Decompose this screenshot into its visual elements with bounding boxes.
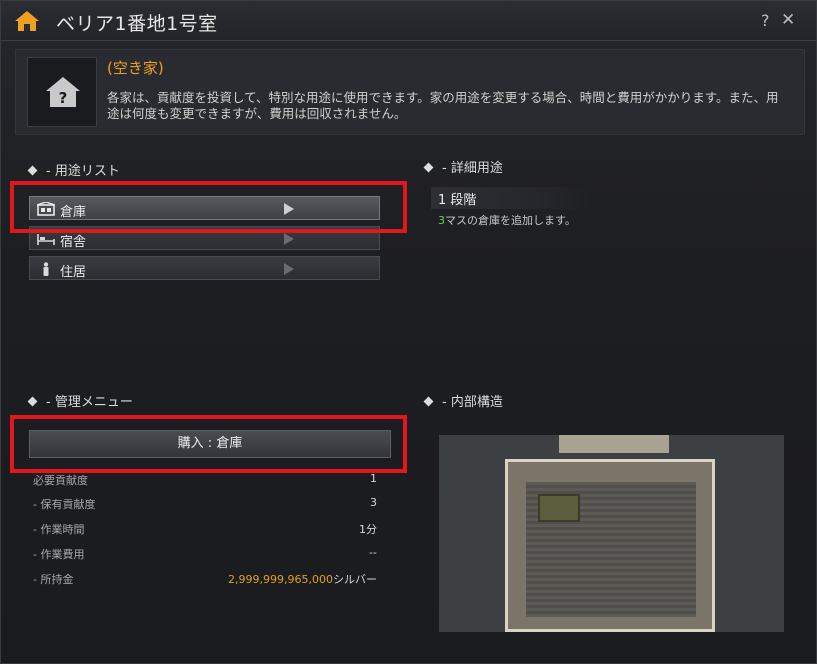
person-icon (37, 261, 55, 276)
house-thumbnail: ? (27, 57, 97, 127)
help-button[interactable]: ? (761, 11, 770, 30)
close-button[interactable]: ✕ (781, 10, 795, 30)
owned-contribution-value: 3 (370, 496, 377, 509)
work-cost-value: -- (369, 546, 377, 559)
money-value: 2,999,999,965,000シルバー (228, 573, 377, 586)
home-icon (14, 9, 40, 33)
management-menu-heading: - 管理メニュー (27, 391, 133, 410)
diamond-bullet-icon (423, 396, 434, 407)
arrow-right-icon (284, 263, 294, 275)
usage-item-residence[interactable]: 住居 (29, 256, 380, 280)
usage-list-heading: - 用途リスト (27, 160, 120, 179)
level-text: 1 段階 (438, 193, 477, 208)
highlight-box-buy (10, 415, 407, 473)
house-description: 各家は、貢献度を投資して、特別な用途に使用できます。家の用途を変更する場合、時間… (107, 90, 779, 121)
svg-text:?: ? (59, 89, 68, 107)
interior-structure-image (439, 435, 784, 632)
usage-item-label: 宿舎 (60, 235, 87, 250)
work-time-label: - 作業時間 (33, 523, 85, 536)
highlight-box-usage (10, 181, 407, 233)
usage-item-label: 住居 (60, 265, 87, 280)
house-window: ベリア1番地1号室 ? ✕ ? (空き家) 各家は、貢献度を投資して、特別な用途… (0, 0, 817, 664)
house-status: (空き家) (107, 59, 164, 77)
title-bar[interactable]: ベリア1番地1号室 ? ✕ (1, 1, 816, 41)
owned-contribution-label: - 保有貢献度 (33, 498, 96, 511)
money-label: - 所持金 (33, 573, 74, 586)
level-description: 3マスの倉庫を追加します。 (438, 214, 576, 227)
interior-structure-heading: - 内部構造 (423, 391, 503, 410)
window-title: ベリア1番地1号室 (56, 13, 218, 35)
diamond-bullet-icon (27, 165, 38, 176)
unknown-house-icon: ? (46, 77, 80, 107)
diamond-bullet-icon (27, 396, 38, 407)
required-contribution-value: 1 (370, 472, 377, 485)
required-contribution-label: 必要貢献度 (33, 474, 88, 487)
work-cost-label: - 作業費用 (33, 548, 85, 561)
arrow-right-icon (284, 233, 294, 245)
diamond-bullet-icon (423, 162, 434, 173)
detail-usage-heading: - 詳細用途 (423, 157, 503, 176)
bed-icon (37, 231, 55, 245)
work-time-value: 1分 (359, 523, 377, 536)
